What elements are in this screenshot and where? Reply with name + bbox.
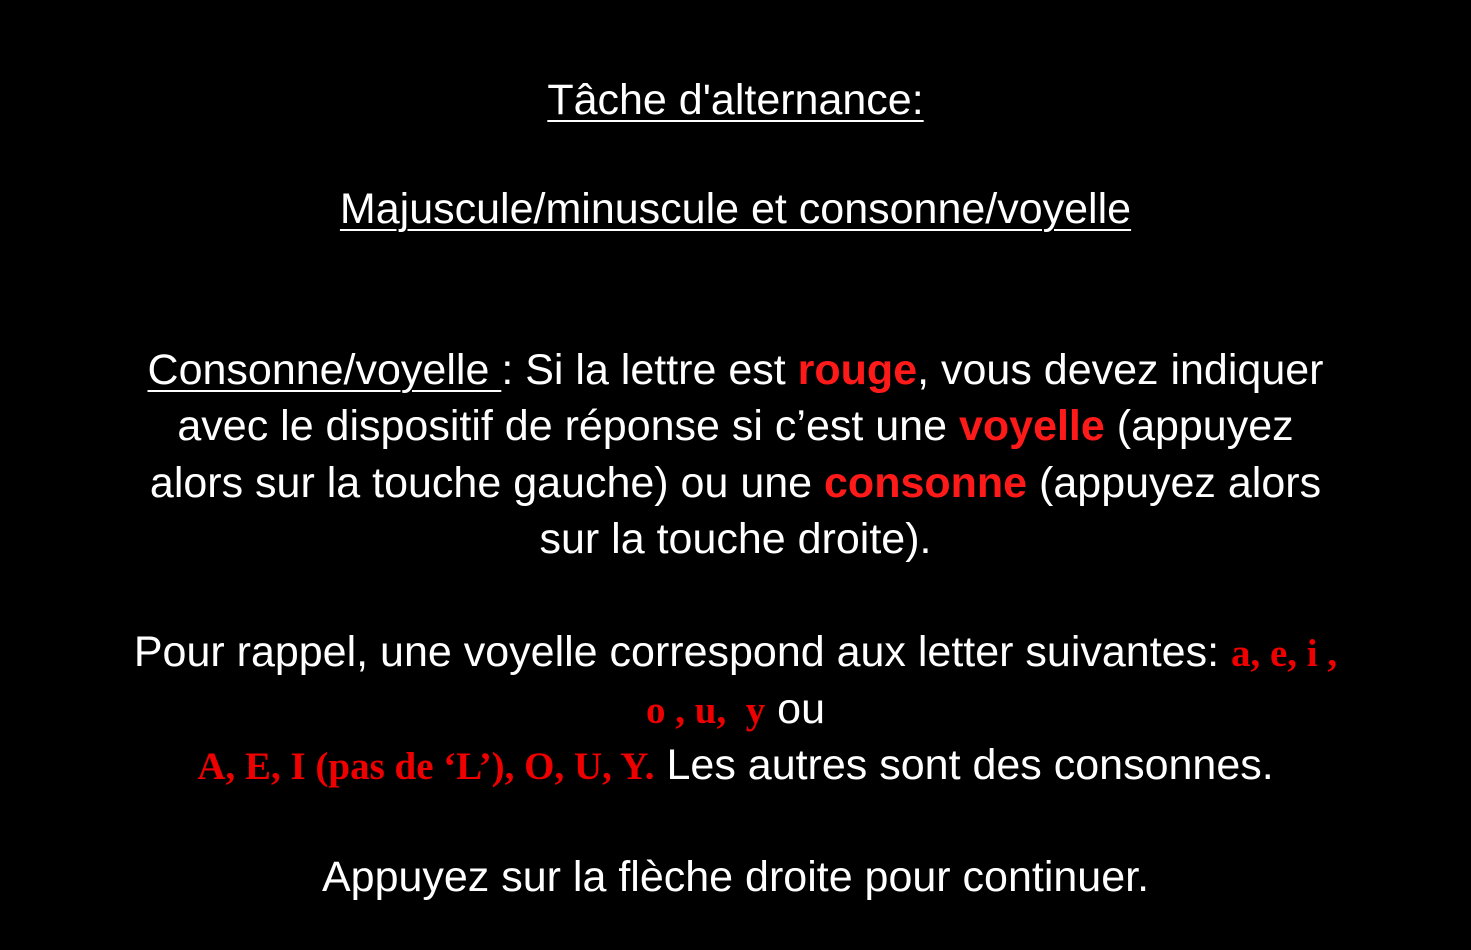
highlight-voyelle: voyelle	[958, 402, 1105, 450]
instruction-text: : Si la lettre est	[501, 346, 798, 394]
instruction-line-3: alors sur la touche gauche) ou une conso…	[0, 455, 1471, 511]
reminder-line-1: Pour rappel, une voyelle correspond aux …	[0, 624, 1471, 682]
instruction-text: (appuyez	[1104, 402, 1294, 450]
section-label: Consonne/voyelle	[147, 346, 502, 394]
reminder-text: ou	[765, 685, 825, 733]
subtitle-line: Majuscule/minuscule et consonne/voyelle	[0, 181, 1471, 237]
vowel-list-uppercase: A, E, I (pas de ‘L’), O, U, Y.	[197, 745, 655, 788]
continue-text: Appuyez sur la flèche droite pour contin…	[321, 853, 1150, 901]
instruction-text: sur la touche droite).	[539, 515, 932, 563]
reminder-line-3: A, E, I (pas de ‘L’), O, U, Y. Les autre…	[0, 737, 1471, 795]
instruction-text: , vous devez indiquer	[917, 346, 1324, 394]
instruction-text: avec le dispositif de réponse si c’est u…	[177, 402, 959, 450]
vowel-list-lowercase: a, e, i ,	[1230, 632, 1338, 675]
title-line: Tâche d'alternance:	[0, 72, 1471, 128]
instruction-line-1: Consonne/voyelle : Si la lettre est roug…	[0, 342, 1471, 398]
instruction-text: (appuyez alors	[1027, 459, 1322, 507]
page-title: Tâche d'alternance:	[547, 76, 924, 124]
reminder-text: Les autres sont des consonnes.	[654, 741, 1274, 789]
highlight-consonne: consonne	[824, 459, 1028, 507]
instruction-line-4: sur la touche droite).	[0, 511, 1471, 567]
highlight-rouge: rouge	[797, 346, 918, 394]
vowel-list-lowercase-cont: o , u, y	[646, 689, 766, 732]
page-subtitle: Majuscule/minuscule et consonne/voyelle	[339, 185, 1132, 233]
instruction-screen: Tâche d'alternance: Majuscule/minuscule …	[0, 0, 1471, 950]
reminder-line-2: o , u, y ou	[0, 681, 1471, 739]
reminder-text: Pour rappel, une voyelle correspond aux …	[133, 628, 1231, 676]
continue-prompt: Appuyez sur la flèche droite pour contin…	[0, 849, 1471, 905]
instruction-text: alors sur la touche gauche) ou une	[149, 459, 825, 507]
instruction-line-2: avec le dispositif de réponse si c’est u…	[0, 398, 1471, 454]
